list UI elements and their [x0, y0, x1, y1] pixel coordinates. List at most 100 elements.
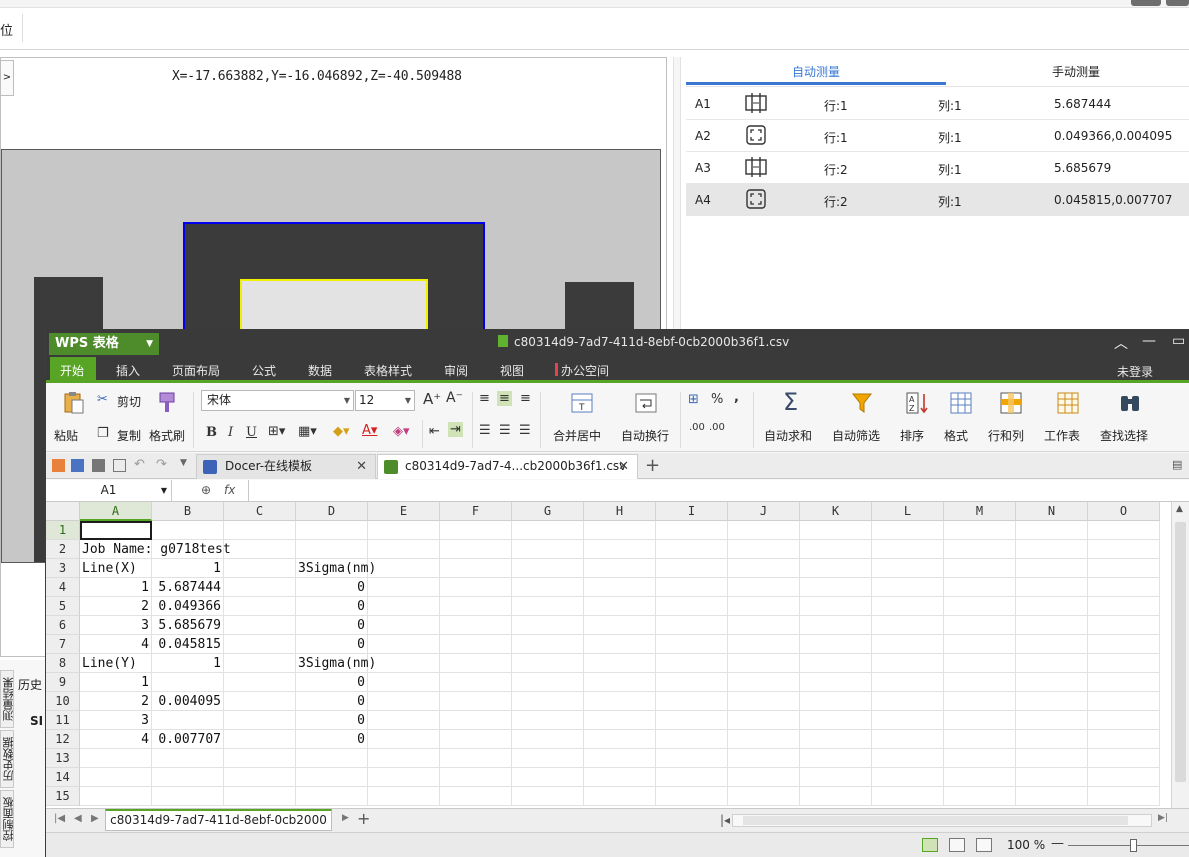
cell[interactable] [440, 730, 512, 749]
menu-view[interactable]: 视图 [500, 362, 524, 379]
cut-label[interactable]: 剪切 [117, 393, 141, 410]
cell[interactable] [872, 597, 944, 616]
cell[interactable] [224, 559, 296, 578]
horizontal-scroll-thumb[interactable] [743, 816, 1128, 825]
cell[interactable] [368, 692, 440, 711]
cell[interactable] [656, 635, 728, 654]
cell[interactable] [1016, 768, 1088, 787]
row-col-icon[interactable] [999, 391, 1023, 415]
window-button[interactable] [1131, 0, 1161, 6]
cell[interactable] [1016, 616, 1088, 635]
format-painter-label[interactable]: 格式刷 [149, 427, 185, 444]
cell[interactable]: 5.685679 [152, 616, 224, 635]
row-header[interactable]: 14 [46, 768, 80, 787]
cell[interactable] [1016, 597, 1088, 616]
cell[interactable]: 2 [80, 597, 152, 616]
cell[interactable] [1088, 578, 1160, 597]
cell[interactable] [584, 787, 656, 806]
cell[interactable] [728, 787, 800, 806]
cell[interactable] [800, 521, 872, 540]
merge-center-label[interactable]: 合并居中 [553, 427, 601, 444]
column-header[interactable]: I [656, 502, 728, 521]
cell[interactable] [1088, 787, 1160, 806]
autosum-label[interactable]: 自动求和 [764, 427, 812, 444]
cell[interactable] [656, 559, 728, 578]
zoom-formula-icon[interactable]: ⊕ [201, 483, 211, 497]
cell[interactable] [584, 540, 656, 559]
align-right-icon[interactable]: ☰ [519, 423, 531, 438]
cell[interactable] [368, 540, 440, 559]
cell[interactable] [1088, 559, 1160, 578]
row-header[interactable]: 11 [46, 711, 80, 730]
first-sheet-icon[interactable]: |◀ [54, 813, 65, 824]
cell[interactable] [368, 768, 440, 787]
cell[interactable] [944, 730, 1016, 749]
cell[interactable] [80, 787, 152, 806]
zoom-out-icon[interactable]: — [1051, 836, 1064, 851]
cell[interactable] [512, 730, 584, 749]
cell[interactable] [656, 749, 728, 768]
row-header[interactable]: 8 [46, 654, 80, 673]
cell[interactable] [440, 521, 512, 540]
align-top-icon[interactable]: ≡ [479, 391, 490, 406]
cell[interactable] [512, 616, 584, 635]
cell[interactable] [152, 711, 224, 730]
select-all-corner[interactable] [46, 502, 80, 521]
cell[interactable]: 0 [296, 730, 368, 749]
cell[interactable] [296, 540, 368, 559]
border-icon[interactable]: ⊞▾ [268, 424, 285, 439]
tab-manual-measure[interactable]: 手动测量 [1052, 63, 1100, 80]
row-header[interactable]: 7 [46, 635, 80, 654]
cell[interactable]: 3 [80, 711, 152, 730]
cell[interactable] [800, 597, 872, 616]
cell[interactable] [224, 711, 296, 730]
menu-data[interactable]: 数据 [308, 362, 332, 379]
scissors-icon[interactable]: ✂ [97, 392, 108, 407]
cell[interactable] [872, 711, 944, 730]
cell[interactable] [224, 597, 296, 616]
cell[interactable] [728, 540, 800, 559]
cell[interactable] [80, 749, 152, 768]
cell[interactable] [656, 692, 728, 711]
active-cell[interactable] [80, 521, 152, 540]
cell[interactable] [1016, 673, 1088, 692]
cell[interactable] [440, 616, 512, 635]
cell[interactable]: Line(Y) [80, 654, 152, 673]
cell[interactable] [1088, 635, 1160, 654]
spreadsheet-grid[interactable]: A B C D E F G H I J K L M N O 1 2 Job Name: g0718test 3 Lin… [46, 502, 1189, 808]
cell[interactable] [224, 540, 296, 559]
cell[interactable] [440, 768, 512, 787]
cell[interactable]: Job Name: g0718test [80, 540, 231, 559]
thousands-icon[interactable]: , [734, 390, 739, 405]
row-header[interactable]: 12 [46, 730, 80, 749]
cell[interactable] [656, 521, 728, 540]
cell[interactable] [584, 521, 656, 540]
cell[interactable] [728, 559, 800, 578]
tab-csv-document[interactable]: c80314d9-7ad7-4...cb2000b36f1.csv ✕ [377, 454, 638, 479]
copy-icon[interactable]: ❐ [97, 426, 109, 441]
cell[interactable] [152, 521, 224, 540]
cell[interactable] [872, 540, 944, 559]
cell[interactable] [1088, 768, 1160, 787]
cell[interactable] [512, 559, 584, 578]
cell[interactable] [944, 673, 1016, 692]
maximize-icon[interactable]: ▭ [1172, 333, 1185, 349]
column-header[interactable]: J [728, 502, 800, 521]
cell[interactable] [1016, 654, 1088, 673]
cell[interactable] [152, 673, 224, 692]
cell[interactable] [440, 540, 512, 559]
column-header[interactable]: G [512, 502, 584, 521]
cell[interactable] [512, 578, 584, 597]
cell[interactable] [224, 654, 296, 673]
row-header[interactable]: 2 [46, 540, 80, 559]
paste-label[interactable]: 粘贴 [54, 427, 78, 444]
cell[interactable] [1088, 711, 1160, 730]
cell[interactable] [224, 616, 296, 635]
cell[interactable]: 1 [80, 578, 152, 597]
cell[interactable] [800, 654, 872, 673]
cell[interactable] [944, 787, 1016, 806]
name-box[interactable]: A1 ▼ [46, 480, 172, 501]
save-icon[interactable] [71, 459, 84, 472]
cell[interactable] [872, 616, 944, 635]
cell[interactable] [368, 654, 440, 673]
